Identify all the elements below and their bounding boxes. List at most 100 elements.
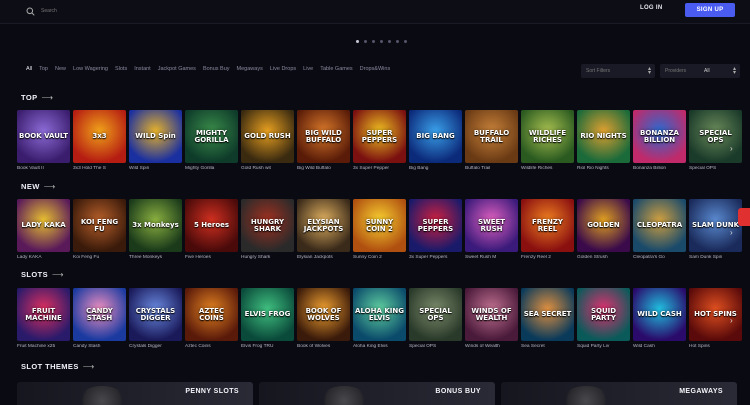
- game-tile[interactable]: BOOK OF WOLVES Book of Wolves: [297, 288, 350, 349]
- section-title-slots[interactable]: SLOTS ⟶: [21, 270, 64, 279]
- carousel-dot[interactable]: [372, 40, 375, 43]
- game-thumbnail[interactable]: SUPER PEPPERS: [409, 199, 462, 252]
- game-tile[interactable]: BOOK VAULT Book Vault II: [17, 110, 70, 171]
- filter-tab[interactable]: New: [55, 66, 66, 72]
- game-thumbnail[interactable]: SQUID PARTY: [577, 288, 630, 341]
- game-thumbnail[interactable]: SWEET RUSH: [465, 199, 518, 252]
- game-thumbnail[interactable]: HOT SPINS: [689, 288, 742, 341]
- game-thumbnail[interactable]: 5 Heroes: [185, 199, 238, 252]
- game-tile[interactable]: CLEOPATRA Cleopatra's Go: [633, 199, 686, 260]
- game-tile[interactable]: SPECIAL OPS Special OPS: [689, 110, 742, 171]
- carousel-dot[interactable]: [396, 40, 399, 43]
- filter-tab[interactable]: Live Drops: [270, 66, 296, 72]
- search-icon[interactable]: [26, 7, 35, 16]
- filter-tab[interactable]: Drops&Wins: [360, 66, 391, 72]
- game-tile[interactable]: SEA SECRET Sea Secret: [521, 288, 574, 349]
- game-thumbnail[interactable]: FRENZY REEL: [521, 199, 574, 252]
- game-tile[interactable]: GOLD RUSH Gold Rush wit: [241, 110, 294, 171]
- game-thumbnail[interactable]: MIGHTY GORILLA: [185, 110, 238, 163]
- game-tile[interactable]: SUPER PEPPERS 3x Super Pepper: [353, 110, 406, 171]
- filter-tab[interactable]: Instant: [134, 66, 151, 72]
- signup-button[interactable]: SIGN UP: [685, 3, 735, 17]
- game-thumbnail[interactable]: SUNNY COIN 2: [353, 199, 406, 252]
- game-tile[interactable]: BONANZA BILLION Bonanza Billion: [633, 110, 686, 171]
- filter-tab[interactable]: Bonus Buy: [203, 66, 230, 72]
- game-thumbnail[interactable]: BIG BANG: [409, 110, 462, 163]
- section-title-new[interactable]: NEW ⟶: [21, 182, 56, 191]
- game-thumbnail[interactable]: SLAM DUNK: [689, 199, 742, 252]
- theme-card[interactable]: MEGAWAYS: [501, 382, 737, 405]
- game-tile[interactable]: WILDLIFE RICHES Wildlife Riches: [521, 110, 574, 171]
- game-tile[interactable]: BIG WILD BUFFALO Big Wild Buffalo: [297, 110, 350, 171]
- section-title-top[interactable]: TOP ⟶: [21, 93, 53, 102]
- game-thumbnail[interactable]: CLEOPATRA: [633, 199, 686, 252]
- game-thumbnail[interactable]: WILD CASH: [633, 288, 686, 341]
- game-tile[interactable]: FRUIT MACHINE Fruit Machine x25: [17, 288, 70, 349]
- game-tile[interactable]: LADY KAKA Lady KAKA: [17, 199, 70, 260]
- game-tile[interactable]: SUNNY COIN 2 Sunny Coin 2: [353, 199, 406, 260]
- game-thumbnail[interactable]: 3x Monkeys: [129, 199, 182, 252]
- carousel-dot[interactable]: [380, 40, 383, 43]
- game-thumbnail[interactable]: SPECIAL OPS: [689, 110, 742, 163]
- game-tile[interactable]: CANDY STASH Candy Stash: [73, 288, 126, 349]
- filter-tab[interactable]: Slots: [115, 66, 127, 72]
- game-thumbnail[interactable]: BUFFALO TRAIL: [465, 110, 518, 163]
- game-tile[interactable]: BUFFALO TRAIL Buffalo Trail: [465, 110, 518, 171]
- theme-card[interactable]: PENNY SLOTS: [17, 382, 253, 405]
- game-tile[interactable]: SUPER PEPPERS 3x Super Peppers: [409, 199, 462, 260]
- game-thumbnail[interactable]: SUPER PEPPERS: [353, 110, 406, 163]
- game-thumbnail[interactable]: WILD Spin: [129, 110, 182, 163]
- game-tile[interactable]: 3x3 3x3 Hold The S: [73, 110, 126, 171]
- game-thumbnail[interactable]: BONANZA BILLION: [633, 110, 686, 163]
- login-button[interactable]: LOG IN: [640, 5, 662, 11]
- carousel-dot[interactable]: [388, 40, 391, 43]
- game-tile[interactable]: CRYSTALS DIGGER Crystals Digger: [129, 288, 182, 349]
- filter-tab[interactable]: All: [26, 66, 32, 72]
- game-thumbnail[interactable]: WILDLIFE RICHES: [521, 110, 574, 163]
- game-thumbnail[interactable]: ALOHA KING ELVIS: [353, 288, 406, 341]
- provider-select[interactable]: Providers All ▴ ▾: [660, 64, 740, 78]
- filter-tab[interactable]: Megaways: [237, 66, 263, 72]
- search-bar[interactable]: [26, 4, 301, 18]
- game-tile[interactable]: MIGHTY GORILLA Mighty Gorilla: [185, 110, 238, 171]
- carousel-dot[interactable]: [404, 40, 407, 43]
- game-tile[interactable]: GOLDEN Golden Strush: [577, 199, 630, 260]
- chevron-right-icon[interactable]: ›: [730, 228, 738, 237]
- chevron-right-icon[interactable]: ›: [730, 144, 738, 153]
- game-tile[interactable]: ELVIS FROG Elvis Frog TRU: [241, 288, 294, 349]
- game-tile[interactable]: WILD CASH Wild Cash: [633, 288, 686, 349]
- filter-tab[interactable]: Low Wagering: [73, 66, 108, 72]
- game-thumbnail[interactable]: KOI FENG FU: [73, 199, 126, 252]
- game-tile[interactable]: KOI FENG FU Koi Feng Fu: [73, 199, 126, 260]
- carousel-dot[interactable]: [364, 40, 367, 43]
- game-thumbnail[interactable]: BOOK VAULT: [17, 110, 70, 163]
- game-tile[interactable]: 3x Monkeys Three Monkeys: [129, 199, 182, 260]
- game-tile[interactable]: SPECIAL OPS Special OPS: [409, 288, 462, 349]
- game-thumbnail[interactable]: SEA SECRET: [521, 288, 574, 341]
- game-thumbnail[interactable]: LADY KAKA: [17, 199, 70, 252]
- game-thumbnail[interactable]: GOLDEN: [577, 199, 630, 252]
- game-thumbnail[interactable]: AZTEC COINS: [185, 288, 238, 341]
- game-thumbnail[interactable]: WINDS OF WEALTH: [465, 288, 518, 341]
- game-tile[interactable]: RIO NIGHTS Riol Rio Nights: [577, 110, 630, 171]
- carousel-dot[interactable]: [356, 40, 359, 43]
- search-input[interactable]: [41, 4, 301, 18]
- chevron-right-icon[interactable]: ›: [730, 316, 738, 325]
- game-thumbnail[interactable]: FRUIT MACHINE: [17, 288, 70, 341]
- game-thumbnail[interactable]: GOLD RUSH: [241, 110, 294, 163]
- game-thumbnail[interactable]: RIO NIGHTS: [577, 110, 630, 163]
- game-thumbnail[interactable]: ELYSIAN JACKPOTS: [297, 199, 350, 252]
- game-tile[interactable]: 5 Heroes Five Heroes: [185, 199, 238, 260]
- filter-tab[interactable]: Table Games: [320, 66, 352, 72]
- game-tile[interactable]: ALOHA KING ELVIS Aloha King Elvis: [353, 288, 406, 349]
- filter-tab[interactable]: Top: [39, 66, 48, 72]
- filter-tab[interactable]: Live: [303, 66, 313, 72]
- section-title-themes[interactable]: SLOT THEMES ⟶: [21, 362, 95, 371]
- game-thumbnail[interactable]: CRYSTALS DIGGER: [129, 288, 182, 341]
- game-tile[interactable]: SWEET RUSH Sweet Rush M: [465, 199, 518, 260]
- sort-filter-select[interactable]: Sort Filters ▴ ▾: [581, 64, 655, 78]
- game-tile[interactable]: FRENZY REEL Frenzy Reel 2: [521, 199, 574, 260]
- game-tile[interactable]: AZTEC COINS Aztec Coins: [185, 288, 238, 349]
- game-thumbnail[interactable]: CANDY STASH: [73, 288, 126, 341]
- game-thumbnail[interactable]: ELVIS FROG: [241, 288, 294, 341]
